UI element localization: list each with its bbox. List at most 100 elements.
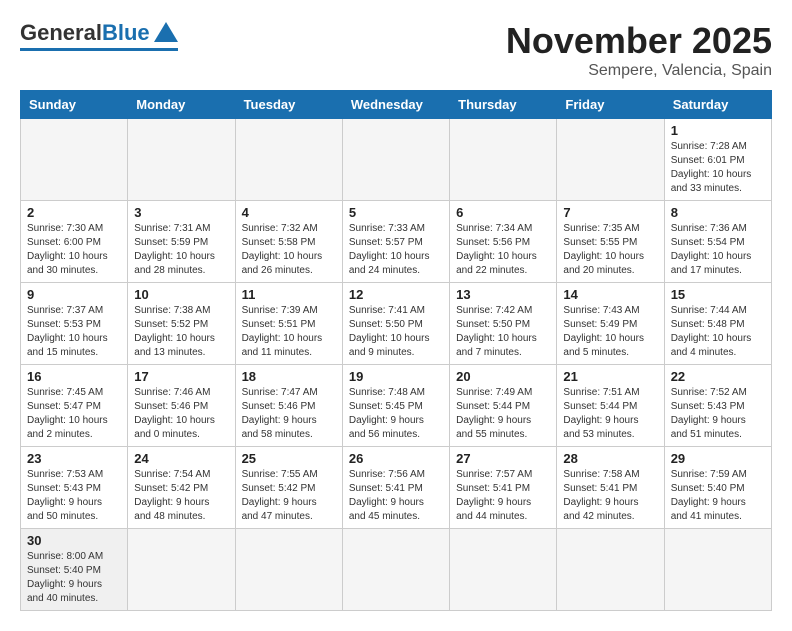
calendar-day-cell: 12 Sunrise: 7:41 AM Sunset: 5:50 PM Dayli… bbox=[342, 283, 449, 365]
day-number: 30 bbox=[27, 533, 121, 548]
day-info: Sunrise: 7:47 AM Sunset: 5:46 PM Dayligh… bbox=[242, 386, 336, 442]
calendar-day-cell: 19 Sunrise: 7:48 AM Sunset: 5:45 PM Dayli… bbox=[342, 365, 449, 447]
day-number: 6 bbox=[456, 205, 550, 220]
calendar-day-cell: 6Sunrise: 7:34 AM Sunset: 5:56 PM Daylig… bbox=[450, 201, 557, 283]
calendar-day-cell: 24Sunrise: 7:54 AM Sunset: 5:42 PM Dayli… bbox=[128, 447, 235, 529]
day-info: Sunrise: 7:42 AM Sunset: 5:50 PM Dayligh… bbox=[456, 304, 550, 360]
day-info: Sunrise: 7:43 AM Sunset: 5:49 PM Dayligh… bbox=[563, 304, 657, 360]
day-info: Sunrise: 7:41 AM Sunset: 5:50 PM Dayligh… bbox=[349, 304, 443, 360]
calendar-week-row: 2Sunrise: 7:30 AM Sunset: 6:00 PM Daylig… bbox=[21, 201, 772, 283]
calendar-day-cell: 17 Sunrise: 7:46 AM Sunset: 5:46 PM Dayli… bbox=[128, 365, 235, 447]
day-info: Sunrise: 7:28 AM Sunset: 6:01 PM Dayligh… bbox=[671, 140, 765, 196]
day-info: Sunrise: 7:46 AM Sunset: 5:46 PM Dayligh… bbox=[134, 386, 228, 442]
calendar-day-cell: 11Sunrise: 7:39 AM Sunset: 5:51 PM Dayli… bbox=[235, 283, 342, 365]
logo-general-text: General bbox=[20, 20, 102, 46]
logo: General Blue bbox=[20, 20, 178, 51]
day-number: 14 bbox=[563, 287, 657, 302]
weekday-header: Sunday bbox=[21, 91, 128, 119]
day-info: Sunrise: 7:33 AM Sunset: 5:57 PM Dayligh… bbox=[349, 222, 443, 278]
day-info: Sunrise: 7:48 AM Sunset: 5:45 PM Dayligh… bbox=[349, 386, 443, 442]
day-number: 3 bbox=[134, 205, 228, 220]
calendar-day-cell: 10Sunrise: 7:38 AM Sunset: 5:52 PM Dayli… bbox=[128, 283, 235, 365]
day-info: Sunrise: 7:54 AM Sunset: 5:42 PM Dayligh… bbox=[134, 468, 228, 524]
calendar-week-row: 1 Sunrise: 7:28 AM Sunset: 6:01 PM Daylig… bbox=[21, 119, 772, 201]
calendar-day-cell: 25 Sunrise: 7:55 AM Sunset: 5:42 PM Dayli… bbox=[235, 447, 342, 529]
calendar-day-cell: 14 Sunrise: 7:43 AM Sunset: 5:49 PM Dayli… bbox=[557, 283, 664, 365]
day-number: 12 bbox=[349, 287, 443, 302]
calendar-day-cell bbox=[21, 119, 128, 201]
calendar-subtitle: Sempere, Valencia, Spain bbox=[506, 62, 772, 80]
weekday-header: Wednesday bbox=[342, 91, 449, 119]
logo-underline bbox=[20, 48, 178, 51]
day-info: Sunrise: 7:38 AM Sunset: 5:52 PM Dayligh… bbox=[134, 304, 228, 360]
calendar-day-cell bbox=[235, 529, 342, 611]
calendar-day-cell: 5 Sunrise: 7:33 AM Sunset: 5:57 PM Daylig… bbox=[342, 201, 449, 283]
calendar-week-row: 30 Sunrise: 8:00 AM Sunset: 5:40 PM Dayli… bbox=[21, 529, 772, 611]
day-number: 28 bbox=[563, 451, 657, 466]
day-number: 17 bbox=[134, 369, 228, 384]
page-header: General Blue November 2025 Sempere, Vale… bbox=[20, 20, 772, 80]
calendar-day-cell: 16Sunrise: 7:45 AM Sunset: 5:47 PM Dayli… bbox=[21, 365, 128, 447]
day-number: 8 bbox=[671, 205, 765, 220]
weekday-header: Monday bbox=[128, 91, 235, 119]
day-number: 16 bbox=[27, 369, 121, 384]
day-number: 1 bbox=[671, 123, 765, 138]
calendar-day-cell: 8 Sunrise: 7:36 AM Sunset: 5:54 PM Daylig… bbox=[664, 201, 771, 283]
calendar-day-cell bbox=[557, 119, 664, 201]
day-info: Sunrise: 7:32 AM Sunset: 5:58 PM Dayligh… bbox=[242, 222, 336, 278]
day-number: 11 bbox=[242, 287, 336, 302]
calendar-day-cell bbox=[342, 529, 449, 611]
day-number: 18 bbox=[242, 369, 336, 384]
day-info: Sunrise: 7:53 AM Sunset: 5:43 PM Dayligh… bbox=[27, 468, 121, 524]
calendar-day-cell bbox=[128, 119, 235, 201]
calendar-week-row: 9Sunrise: 7:37 AM Sunset: 5:53 PM Daylig… bbox=[21, 283, 772, 365]
day-number: 23 bbox=[27, 451, 121, 466]
day-number: 5 bbox=[349, 205, 443, 220]
day-info: Sunrise: 7:36 AM Sunset: 5:54 PM Dayligh… bbox=[671, 222, 765, 278]
day-number: 25 bbox=[242, 451, 336, 466]
day-info: Sunrise: 7:56 AM Sunset: 5:41 PM Dayligh… bbox=[349, 468, 443, 524]
day-info: Sunrise: 7:31 AM Sunset: 5:59 PM Dayligh… bbox=[134, 222, 228, 278]
calendar-day-cell: 2Sunrise: 7:30 AM Sunset: 6:00 PM Daylig… bbox=[21, 201, 128, 283]
calendar-day-cell: 3 Sunrise: 7:31 AM Sunset: 5:59 PM Daylig… bbox=[128, 201, 235, 283]
calendar-day-cell bbox=[557, 529, 664, 611]
day-number: 15 bbox=[671, 287, 765, 302]
calendar-day-cell: 1 Sunrise: 7:28 AM Sunset: 6:01 PM Daylig… bbox=[664, 119, 771, 201]
weekday-header: Saturday bbox=[664, 91, 771, 119]
calendar-day-cell: 7 Sunrise: 7:35 AM Sunset: 5:55 PM Daylig… bbox=[557, 201, 664, 283]
weekday-header: Friday bbox=[557, 91, 664, 119]
calendar-title: November 2025 bbox=[506, 20, 772, 62]
calendar-day-cell: 30 Sunrise: 8:00 AM Sunset: 5:40 PM Dayli… bbox=[21, 529, 128, 611]
day-number: 20 bbox=[456, 369, 550, 384]
calendar-day-cell bbox=[128, 529, 235, 611]
calendar-day-cell bbox=[450, 529, 557, 611]
day-info: Sunrise: 8:00 AM Sunset: 5:40 PM Dayligh… bbox=[27, 550, 121, 606]
day-info: Sunrise: 7:55 AM Sunset: 5:42 PM Dayligh… bbox=[242, 468, 336, 524]
calendar-title-area: November 2025 Sempere, Valencia, Spain bbox=[506, 20, 772, 80]
calendar-day-cell bbox=[342, 119, 449, 201]
day-number: 19 bbox=[349, 369, 443, 384]
day-info: Sunrise: 7:51 AM Sunset: 5:44 PM Dayligh… bbox=[563, 386, 657, 442]
day-number: 7 bbox=[563, 205, 657, 220]
day-number: 2 bbox=[27, 205, 121, 220]
calendar-day-cell: 22 Sunrise: 7:52 AM Sunset: 5:43 PM Dayli… bbox=[664, 365, 771, 447]
weekday-header: Tuesday bbox=[235, 91, 342, 119]
calendar-day-cell: 29Sunrise: 7:59 AM Sunset: 5:40 PM Dayli… bbox=[664, 447, 771, 529]
calendar-day-cell: 13 Sunrise: 7:42 AM Sunset: 5:50 PM Dayli… bbox=[450, 283, 557, 365]
calendar-day-cell bbox=[450, 119, 557, 201]
day-info: Sunrise: 7:52 AM Sunset: 5:43 PM Dayligh… bbox=[671, 386, 765, 442]
calendar-day-cell: 28Sunrise: 7:58 AM Sunset: 5:41 PM Dayli… bbox=[557, 447, 664, 529]
day-number: 21 bbox=[563, 369, 657, 384]
calendar-day-cell: 9Sunrise: 7:37 AM Sunset: 5:53 PM Daylig… bbox=[21, 283, 128, 365]
day-number: 22 bbox=[671, 369, 765, 384]
day-number: 26 bbox=[349, 451, 443, 466]
day-info: Sunrise: 7:49 AM Sunset: 5:44 PM Dayligh… bbox=[456, 386, 550, 442]
day-number: 13 bbox=[456, 287, 550, 302]
calendar-day-cell: 18 Sunrise: 7:47 AM Sunset: 5:46 PM Dayli… bbox=[235, 365, 342, 447]
calendar-day-cell bbox=[664, 529, 771, 611]
day-info: Sunrise: 7:35 AM Sunset: 5:55 PM Dayligh… bbox=[563, 222, 657, 278]
calendar-day-cell: 23 Sunrise: 7:53 AM Sunset: 5:43 PM Dayli… bbox=[21, 447, 128, 529]
day-info: Sunrise: 7:44 AM Sunset: 5:48 PM Dayligh… bbox=[671, 304, 765, 360]
day-number: 9 bbox=[27, 287, 121, 302]
day-number: 27 bbox=[456, 451, 550, 466]
